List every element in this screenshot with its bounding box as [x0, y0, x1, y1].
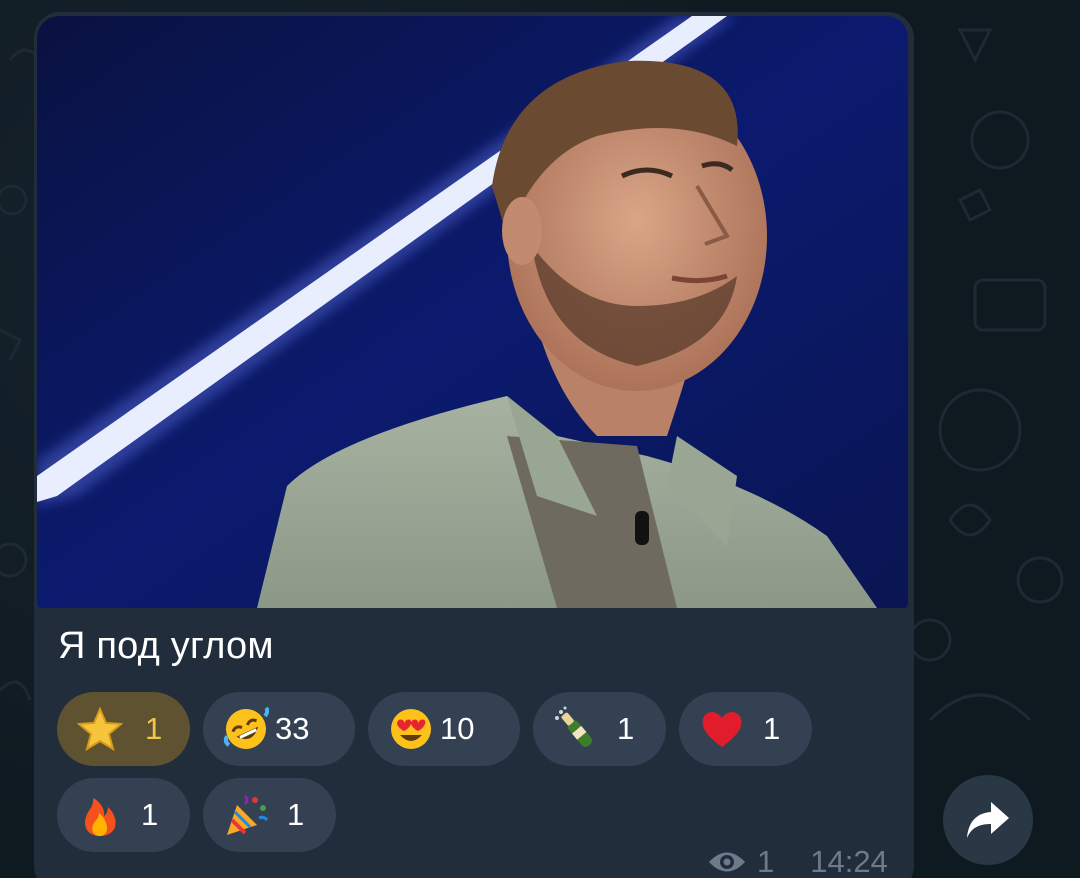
forward-arrow-icon: [967, 802, 1009, 838]
reaction-count: 1: [287, 797, 305, 832]
channel-message-bubble[interactable]: Я под углом 1 33 10 1 1 1 1 1 14:24: [34, 12, 914, 878]
photo-image: [37, 16, 908, 608]
red-heart-icon: [702, 712, 742, 747]
reaction-count: 33: [275, 711, 310, 746]
star-icon: [77, 706, 123, 752]
view-count: 1: [757, 844, 775, 878]
message-photo[interactable]: [37, 16, 908, 608]
reaction-count: 1: [141, 797, 159, 832]
reaction-party[interactable]: 1: [203, 778, 336, 852]
forward-button[interactable]: [943, 775, 1033, 865]
heart-eyes-emoji-icon: [391, 709, 431, 749]
reaction-fire[interactable]: 1: [57, 778, 190, 852]
reaction-count: 1: [145, 711, 163, 746]
reaction-count: 10: [440, 711, 475, 746]
reaction-count: 1: [617, 711, 635, 746]
champagne-bottle-icon: [555, 706, 593, 747]
eye-icon: [709, 852, 745, 872]
fire-icon: [85, 798, 116, 836]
rofl-emoji-icon: [223, 706, 269, 749]
message-caption: Я под углом: [58, 625, 274, 667]
message-time: 14:24: [810, 844, 888, 878]
message-meta: 1 14:24: [707, 844, 888, 878]
reaction-star[interactable]: 1: [57, 692, 190, 766]
reaction-heart[interactable]: 1: [679, 692, 812, 766]
reaction-heart-eyes[interactable]: 10: [368, 692, 520, 766]
reaction-rofl[interactable]: 33: [203, 692, 355, 766]
reaction-count: 1: [763, 711, 781, 746]
reaction-champagne[interactable]: 1: [533, 692, 666, 766]
party-popper-icon: [227, 794, 269, 835]
